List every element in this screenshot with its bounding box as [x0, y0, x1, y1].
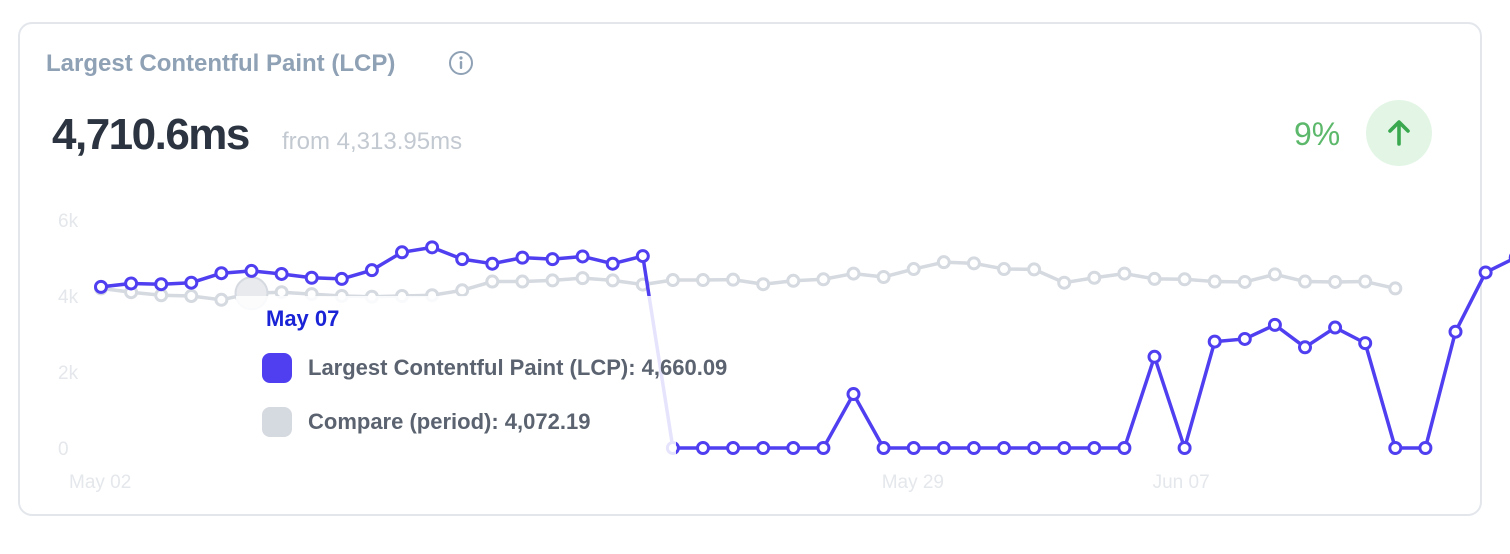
lcp-series-point [184, 275, 199, 290]
compare-series-point [1177, 272, 1192, 287]
compare-series-point [154, 288, 169, 303]
lcp-line-chart[interactable]: 6k 4k 2k 0May 02 May 29 Jun 07 [0, 0, 1510, 554]
y-tick-label: 4k [58, 287, 79, 308]
lcp-series-point [966, 441, 981, 455]
compare-series-point [1358, 274, 1373, 289]
lcp-series-point [425, 240, 440, 255]
x-tick-label: May 02 [69, 472, 131, 493]
compare-series-point [1027, 262, 1042, 277]
tooltip-row-compare: Compare (period): 4,072.19 [262, 406, 590, 438]
compare-series-point [756, 277, 771, 292]
compare-series-point [1237, 274, 1252, 289]
compare-series-point [1328, 274, 1343, 289]
compare-series-point [1117, 266, 1132, 281]
compare-series-point [997, 262, 1011, 277]
lcp-series-point [786, 441, 801, 455]
legend-swatch-lcp [262, 353, 292, 383]
y-tick-label: 2k [58, 363, 79, 384]
y-tick-label: 0 [58, 439, 69, 460]
compare-series-point [545, 273, 560, 288]
lcp-series-point [575, 249, 590, 264]
compare-series-point [696, 273, 710, 288]
lcp-series-point [1298, 340, 1312, 355]
lcp-series-point [635, 249, 650, 264]
lcp-series-point [876, 441, 891, 455]
lcp-series-point [756, 441, 771, 455]
lcp-series-point [605, 256, 620, 271]
lcp-series-point [696, 441, 710, 455]
lcp-series-point [846, 387, 861, 402]
lcp-series-point [515, 250, 530, 265]
y-tick-label: 6k [58, 211, 79, 232]
lcp-series-point [304, 270, 319, 285]
compare-series-point [1267, 267, 1282, 282]
lcp-series-point [334, 271, 349, 286]
lcp-series-point [455, 252, 470, 267]
lcp-series-point [816, 441, 831, 455]
lcp-series-point [244, 263, 259, 278]
lcp-series-point [1147, 349, 1162, 364]
lcp-series-point [214, 266, 229, 281]
lcp-series-point [1207, 334, 1222, 349]
lcp-series-point [1358, 336, 1373, 351]
lcp-series-point [1418, 441, 1433, 455]
compare-series-point [455, 283, 470, 298]
chart-tooltip: May 07 Largest Contentful Paint (LCP): 4… [236, 296, 727, 456]
compare-series-point [786, 273, 801, 288]
lcp-series-point [124, 276, 139, 291]
x-tick-label: May 29 [882, 472, 944, 493]
lcp-series-point [545, 252, 560, 267]
compare-series-point [726, 272, 741, 287]
lcp-series-point [1478, 265, 1493, 280]
compare-series-point [816, 272, 831, 287]
compare-series-point [1388, 281, 1403, 296]
lcp-series-point [1057, 441, 1072, 455]
tooltip-label-compare: Compare (period): 4,072.19 [308, 409, 591, 434]
compare-series-point [1298, 274, 1312, 289]
lcp-series-point [1087, 441, 1102, 455]
lcp-series-point [395, 245, 409, 260]
compare-series-point [966, 256, 981, 271]
legend-swatch-compare [262, 407, 292, 437]
lcp-series-point [997, 441, 1011, 455]
compare-series-point [485, 274, 500, 289]
lcp-series-point [1388, 441, 1403, 455]
compare-series-point [1057, 275, 1072, 290]
lcp-series-point [936, 441, 951, 455]
compare-series-point [515, 274, 530, 289]
compare-series-point [936, 255, 951, 270]
tooltip-label-lcp: Largest Contentful Paint (LCP): 4,660.09 [308, 355, 728, 380]
tooltip-date: May 07 [266, 306, 340, 331]
lcp-series-point [274, 266, 289, 281]
lcp-series-point [726, 441, 741, 455]
lcp-series-point [1267, 317, 1282, 332]
compare-series-point [665, 273, 680, 288]
compare-series-point [1147, 271, 1162, 286]
compare-series-point [906, 262, 921, 277]
tooltip-row-lcp: Largest Contentful Paint (LCP): 4,660.09 [262, 352, 727, 384]
compare-series-point [184, 289, 199, 303]
lcp-series-point [1448, 324, 1463, 339]
compare-series-line [100, 260, 1396, 302]
lcp-series-point [364, 263, 379, 278]
lcp-series-point [906, 441, 921, 455]
compare-series-point [605, 273, 620, 288]
lcp-series-point [1027, 441, 1042, 455]
lcp-series-point [485, 256, 500, 271]
compare-series-point [575, 271, 590, 286]
lcp-series-point [94, 279, 108, 294]
compare-series-point [214, 292, 229, 307]
lcp-series-point [1328, 320, 1343, 335]
lcp-series-point [1117, 441, 1132, 455]
x-tick-label: Jun 07 [1153, 472, 1210, 493]
lcp-series-point [1237, 331, 1252, 346]
compare-series-point [1207, 274, 1222, 289]
lcp-series-point [154, 277, 169, 292]
compare-series-point [876, 270, 891, 284]
compare-series-point [846, 266, 861, 281]
compare-series-point [1087, 270, 1102, 285]
lcp-series-point [1177, 441, 1192, 455]
